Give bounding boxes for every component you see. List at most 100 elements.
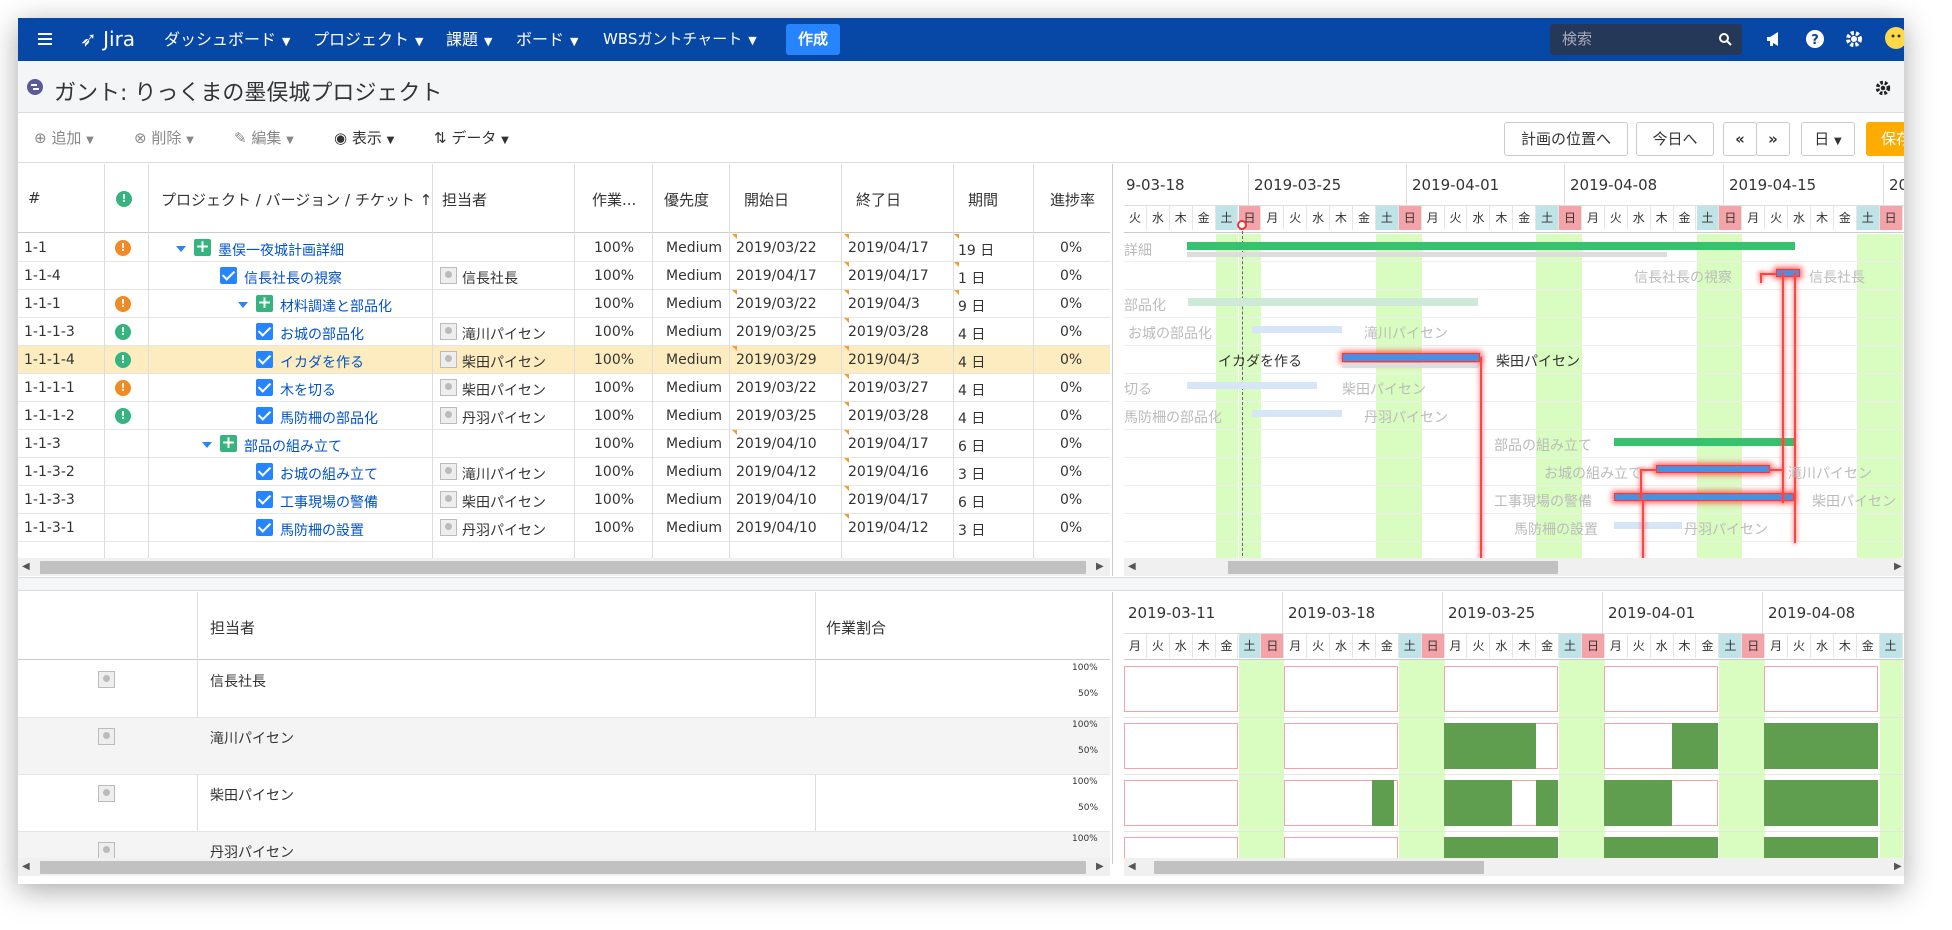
nav-issues[interactable]: 課題 ▼	[446, 18, 492, 61]
table-row[interactable]: 1-1-4 信長社長の視察 信長社長 100% Medium 2019/04/17 2019…	[18, 262, 1110, 290]
table-row[interactable]: 1-1-1-1! 木を切る 柴田パイセン 100% Medium 2019/03/22 20…	[18, 374, 1110, 402]
resource-row[interactable]: 滝川パイセン 100% 50%	[18, 718, 1110, 775]
task-bar[interactable]	[1187, 382, 1317, 389]
table-row[interactable]: 1-1-3-3 工事現場の警備 柴田パイセン 100% Medium 2019/04/10…	[18, 486, 1110, 514]
gantt-chart: 火水木金土日月火水木金土日月火水木金土日月火水木金土日月火水木金土日 9-03-1…	[1124, 164, 1904, 576]
gear-icon[interactable]	[1844, 29, 1864, 49]
collapse-toggle[interactable]	[176, 246, 186, 252]
menu-icon[interactable]	[38, 18, 52, 61]
resource-splitter[interactable]	[1112, 592, 1113, 864]
edit-flag	[954, 234, 959, 239]
summary-bar[interactable]	[1188, 298, 1478, 306]
task-bar[interactable]	[1252, 326, 1342, 333]
row-priority: Medium	[666, 492, 722, 508]
table-row[interactable]: 1-1-3-2 お城の組み立て 滝川パイセン 100% Medium 2019/04/12…	[18, 458, 1110, 486]
task-bar-selected[interactable]	[1342, 353, 1480, 362]
next-button[interactable]: »	[1756, 122, 1790, 156]
resource-row[interactable]: 柴田パイセン 100% 50%	[18, 775, 1110, 832]
today-marker-icon	[1237, 220, 1247, 230]
collapse-toggle[interactable]	[202, 442, 212, 448]
table-row[interactable]: 1-1-1! + 材料調達と部品化 100% Medium 2019/03/22 2019/…	[18, 290, 1110, 318]
edit-button[interactable]: ✎ 編集 ▼	[234, 127, 294, 148]
day-cell: 月	[1422, 206, 1445, 230]
gantt-scrollbar[interactable]: ◀ ▶	[1124, 558, 1904, 576]
delete-button[interactable]: ⊗ 削除 ▼	[134, 127, 194, 148]
issue-link[interactable]: 材料調達と部品化	[280, 296, 392, 316]
col-work[interactable]: 作業...	[592, 189, 642, 210]
view-button[interactable]: ◉ 表示 ▼	[334, 127, 394, 148]
issue-link[interactable]: 馬防柵の部品化	[280, 408, 378, 428]
res-col-assignee[interactable]: 担当者	[210, 617, 255, 638]
grid-splitter[interactable]	[1112, 164, 1113, 576]
add-button[interactable]: ⊕ 追加 ▼	[34, 127, 94, 148]
baseline-bar[interactable]	[1342, 363, 1478, 368]
collapse-toggle[interactable]	[238, 302, 248, 308]
tick-label: 100%	[1072, 720, 1098, 730]
prev-button[interactable]: «	[1723, 122, 1757, 156]
task-bar[interactable]	[1614, 522, 1682, 529]
col-period[interactable]: 期間	[968, 189, 998, 210]
table-row[interactable]: 1-1! + 墨俣一夜城計画詳細 100% Medium 2019/03/22 2019/0…	[18, 234, 1110, 262]
resource-row[interactable]: 信長社長 100% 50%	[18, 661, 1110, 718]
scale-select[interactable]: 日 ▼	[1801, 122, 1855, 156]
row-assignee: 柴田パイセン	[462, 383, 546, 399]
col-start[interactable]: 開始日	[744, 189, 789, 210]
col-end[interactable]: 終了日	[856, 189, 901, 210]
create-button[interactable]: 作成	[786, 24, 840, 55]
jira-logo[interactable]: ➶ Jira	[80, 18, 135, 61]
plan-position-button[interactable]: 計画の位置へ	[1504, 122, 1628, 156]
nav-wbs-gantt[interactable]: WBSガントチャート ▼	[603, 18, 757, 61]
nav-board[interactable]: ボード ▼	[516, 18, 578, 61]
day-cell: 水	[1170, 634, 1193, 658]
help-icon[interactable]: ?	[1805, 29, 1825, 49]
data-button[interactable]: ⇅ データ ▼	[434, 127, 509, 148]
issue-link[interactable]: 馬防柵の設置	[280, 520, 364, 540]
task-bar[interactable]	[1252, 410, 1342, 417]
res-col-ratio[interactable]: 作業割合	[826, 617, 886, 638]
avatar[interactable]	[1884, 26, 1904, 50]
resource-chart-scrollbar[interactable]: ◀ ▶	[1124, 858, 1904, 876]
status-header-icon[interactable]: !	[116, 191, 132, 207]
table-row[interactable]: 1-1-3 + 部品の組み立て 100% Medium 2019/04/10 2019/04…	[18, 430, 1110, 458]
settings-icon[interactable]	[1874, 79, 1892, 97]
issue-link[interactable]: 部品の組み立て	[244, 436, 342, 456]
nav-dashboard[interactable]: ダッシュボード ▼	[164, 18, 290, 61]
milestone-bar[interactable]	[1776, 269, 1800, 277]
table-row[interactable]: 1-1-1-3! お城の部品化 滝川パイセン 100% Medium 2019/03/25…	[18, 318, 1110, 346]
col-id[interactable]: #	[28, 189, 41, 207]
grid-scrollbar[interactable]: ◀ ▶	[18, 558, 1110, 576]
week-divider	[1564, 164, 1565, 206]
col-assignee[interactable]: 担当者	[442, 189, 487, 210]
col-name[interactable]: プロジェクト / バージョン / チケット ↑	[161, 189, 432, 210]
summary-bar[interactable]	[1187, 242, 1795, 250]
nav-project[interactable]: プロジェクト ▼	[313, 18, 423, 61]
baseline-bar[interactable]	[1187, 252, 1667, 257]
day-cell: 火	[1147, 634, 1170, 658]
status-icon: !	[115, 240, 131, 256]
status-icon: !	[115, 324, 131, 340]
issue-link[interactable]: イカダを作る	[280, 352, 364, 372]
col-priority[interactable]: 優先度	[664, 189, 709, 210]
col-progress[interactable]: 進捗率	[1050, 189, 1095, 210]
row-work: 100%	[594, 436, 635, 452]
summary-bar[interactable]	[1614, 438, 1794, 446]
issue-link[interactable]: 木を切る	[280, 380, 336, 400]
task-bar[interactable]	[1656, 465, 1770, 473]
issue-link[interactable]: 信長社長の視察	[244, 268, 342, 288]
day-cell: 月	[1765, 634, 1789, 658]
megaphone-icon[interactable]	[1764, 29, 1784, 49]
pane-splitter[interactable]	[18, 577, 1904, 591]
task-icon	[256, 491, 273, 508]
day-cell: 月	[1284, 634, 1308, 658]
issue-link[interactable]: お城の部品化	[280, 324, 364, 344]
issue-link[interactable]: お城の組み立て	[280, 464, 378, 484]
table-row[interactable]: 1-1-1-2! 馬防柵の部品化 丹羽パイセン 100% Medium 2019/03/2…	[18, 402, 1110, 430]
table-row[interactable]: 1-1-1-4! イカダを作る 柴田パイセン 100% Medium 2019/03/29…	[18, 346, 1110, 374]
today-button[interactable]: 今日へ	[1636, 122, 1714, 156]
issue-link[interactable]: 工事現場の警備	[280, 492, 378, 512]
save-button[interactable]: 保存	[1866, 122, 1904, 156]
search-input[interactable]: 検索	[1550, 24, 1742, 55]
resource-grid-scrollbar[interactable]: ◀ ▶	[18, 858, 1110, 876]
issue-link[interactable]: 墨俣一夜城計画詳細	[218, 240, 344, 260]
table-row[interactable]: 1-1-3-1 馬防柵の設置 丹羽パイセン 100% Medium 2019/04/10 2…	[18, 514, 1110, 542]
